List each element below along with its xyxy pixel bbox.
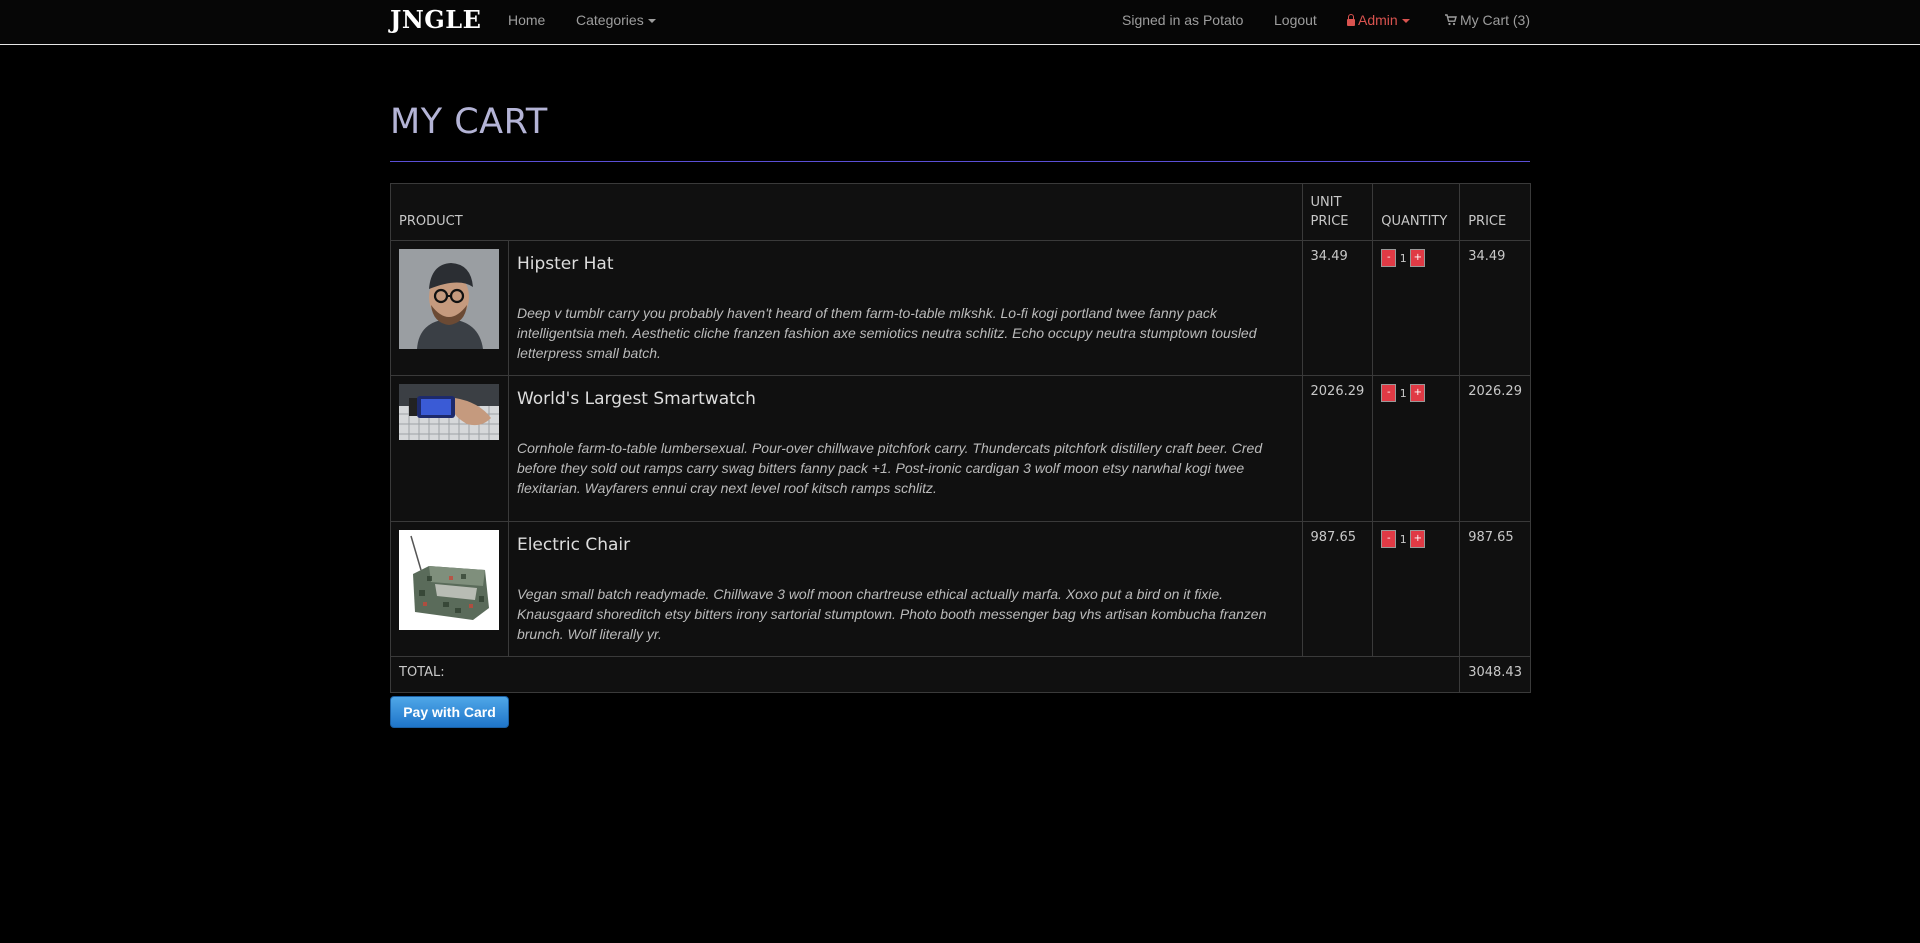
- table-row: World's Largest Smartwatch Cornhole farm…: [390, 375, 1531, 522]
- cart-icon: [1445, 14, 1457, 26]
- my-cart-label: My Cart (3): [1460, 12, 1530, 28]
- total-value: 3048.43: [1459, 656, 1531, 693]
- categories-label: Categories: [576, 12, 644, 28]
- total-label: TOTAL:: [389, 656, 1461, 693]
- unit-price-cell: 987.65: [1301, 521, 1374, 657]
- decrease-quantity-button[interactable]: -: [1381, 249, 1397, 267]
- quantity-value: 1: [1399, 251, 1407, 265]
- table-row: Electric Chair Vegan small batch readyma…: [390, 521, 1531, 657]
- product-thumbnail-cell: [390, 521, 509, 657]
- product-image-hipster-hat[interactable]: [399, 249, 499, 349]
- col-header-unit-price: UNIT PRICE: [1301, 183, 1374, 241]
- price-cell: 2026.29: [1459, 375, 1531, 522]
- quantity-value: 1: [1399, 386, 1407, 400]
- quantity-stepper: -1 +: [1372, 240, 1461, 376]
- unit-price-cell: 34.49: [1301, 240, 1374, 376]
- product-thumbnail-cell: [390, 375, 509, 522]
- increase-quantity-button[interactable]: +: [1410, 530, 1426, 548]
- quantity-stepper: -1 +: [1372, 375, 1461, 522]
- col-header-quantity: QUANTITY: [1372, 183, 1461, 241]
- product-description: Cornhole farm-to-table lumbersexual. Pou…: [516, 440, 1263, 496]
- table-header-row: PRODUCT UNIT PRICE QUANTITY PRICE: [390, 183, 1531, 241]
- unit-price-cell: 2026.29: [1301, 375, 1374, 522]
- my-cart-link[interactable]: My Cart (3): [1445, 12, 1530, 28]
- signed-in-text: Signed in as Potato: [1122, 12, 1244, 28]
- table-row: Hipster Hat Deep v tumblr carry you prob…: [390, 240, 1531, 376]
- cart-table: PRODUCT UNIT PRICE QUANTITY PRICE Hipste…: [389, 183, 1531, 693]
- product-image-electric-chair[interactable]: [399, 530, 499, 630]
- increase-quantity-button[interactable]: +: [1410, 384, 1426, 402]
- product-image-smartwatch[interactable]: [399, 384, 499, 440]
- logout-link[interactable]: Logout: [1274, 12, 1317, 28]
- decrease-quantity-button[interactable]: -: [1381, 384, 1397, 402]
- product-thumbnail-cell: [390, 240, 509, 376]
- navbar-inner: JNGLE Home Categories Signed in as Potat…: [390, 0, 1530, 44]
- admin-dropdown[interactable]: Admin: [1347, 12, 1410, 28]
- title-divider: [390, 161, 1530, 162]
- chevron-down-icon: [1401, 19, 1410, 24]
- decrease-quantity-button[interactable]: -: [1381, 530, 1397, 548]
- page-title: MY CART: [390, 102, 548, 142]
- quantity-value: 1: [1399, 532, 1407, 546]
- increase-quantity-button[interactable]: +: [1410, 249, 1426, 267]
- product-info-cell: Electric Chair Vegan small batch readyma…: [507, 521, 1303, 657]
- product-description: Vegan small batch readymade. Chillwave 3…: [516, 586, 1267, 642]
- product-info-cell: Hipster Hat Deep v tumblr carry you prob…: [507, 240, 1303, 376]
- product-info-cell: World's Largest Smartwatch Cornhole farm…: [507, 375, 1303, 522]
- price-cell: 34.49: [1459, 240, 1531, 376]
- top-navbar: JNGLE Home Categories Signed in as Potat…: [0, 0, 1920, 45]
- total-row: TOTAL: 3048.43: [389, 656, 1531, 693]
- nav-categories-dropdown[interactable]: Categories: [576, 12, 656, 28]
- col-header-product: PRODUCT: [390, 183, 1303, 241]
- product-name[interactable]: Hipster Hat: [517, 254, 1294, 274]
- admin-label: Admin: [1358, 12, 1398, 28]
- lock-icon: [1347, 14, 1355, 26]
- product-name[interactable]: Electric Chair: [517, 535, 1294, 555]
- product-description: Deep v tumblr carry you probably haven't…: [516, 305, 1257, 361]
- nav-home-link[interactable]: Home: [508, 12, 545, 28]
- chevron-down-icon: [647, 19, 656, 24]
- quantity-stepper: -1 +: [1372, 521, 1461, 657]
- pay-with-card-button[interactable]: Pay with Card: [390, 696, 509, 728]
- brand-logo[interactable]: JNGLE: [390, 5, 481, 34]
- price-cell: 987.65: [1459, 521, 1531, 657]
- col-header-price: PRICE: [1459, 183, 1531, 241]
- product-name[interactable]: World's Largest Smartwatch: [517, 389, 1294, 409]
